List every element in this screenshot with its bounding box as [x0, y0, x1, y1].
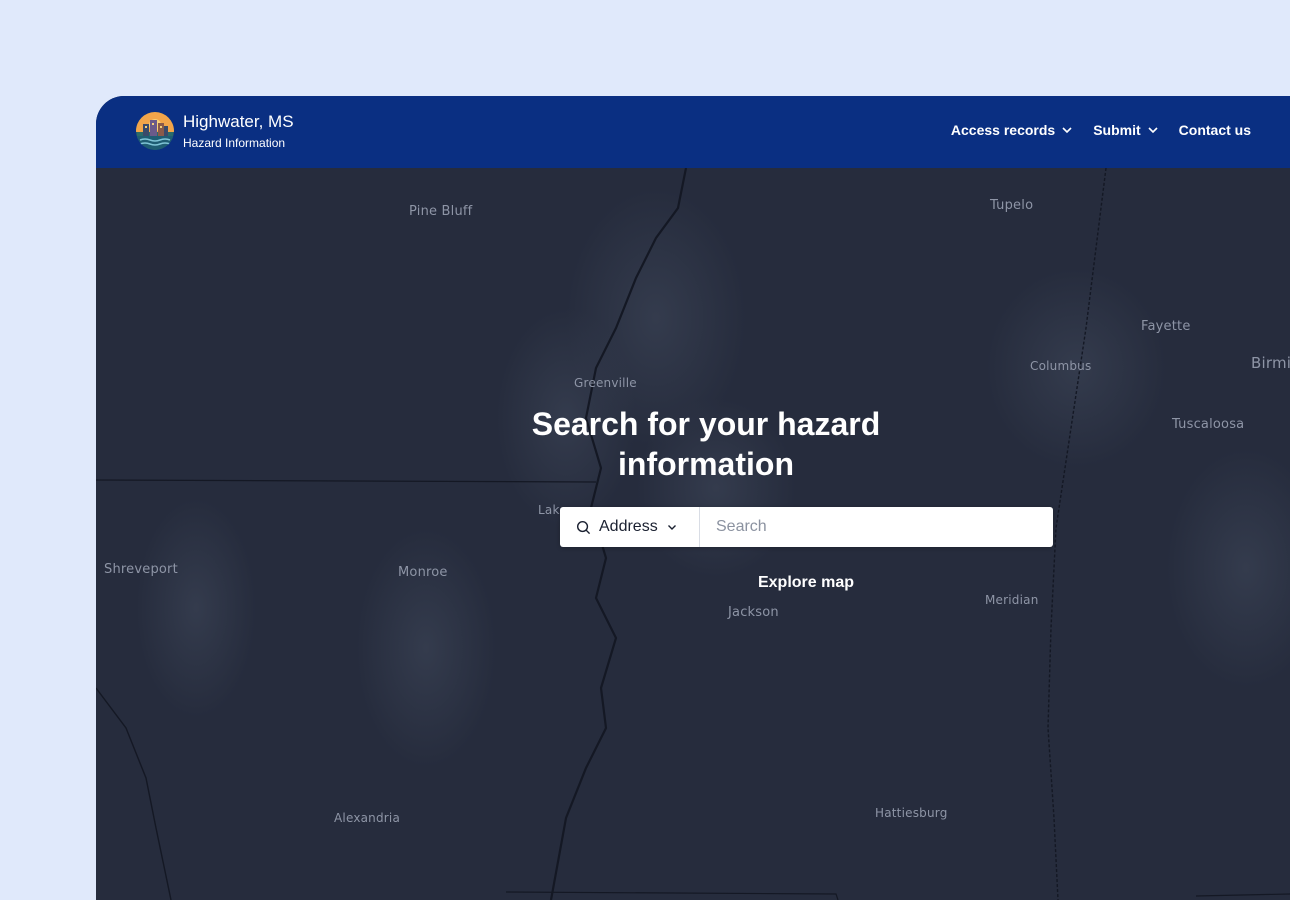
city-label: Birmi — [1251, 354, 1290, 372]
city-logo-icon[interactable] — [136, 112, 174, 150]
nav-submit-label: Submit — [1093, 122, 1141, 138]
nav-contact-us[interactable]: Contact us — [1179, 122, 1251, 138]
city-label: Monroe — [398, 565, 448, 580]
city-label: Meridian — [985, 593, 1039, 607]
site-header: Highwater, MS Hazard Information Access … — [96, 96, 1290, 168]
city-label: Fayette — [1141, 319, 1191, 334]
nav-contact-us-label: Contact us — [1178, 122, 1251, 138]
nav-submit[interactable]: Submit — [1093, 122, 1158, 138]
main-nav: Access records Submit Contact us — [951, 122, 1251, 138]
city-label: Tupelo — [990, 198, 1034, 213]
explore-map-link[interactable]: Explore map — [706, 574, 906, 592]
brand-title[interactable]: Highwater, MS — [183, 112, 294, 132]
nav-access-records-label: Access records — [950, 122, 1056, 138]
search-type-dropdown[interactable]: Address — [560, 507, 700, 547]
chevron-down-icon — [1148, 127, 1158, 134]
map-background[interactable]: Pine Bluff Tupelo Fayette Birmi Columbus… — [96, 168, 1290, 900]
search-type-label: Address — [599, 518, 658, 535]
nav-access-records[interactable]: Access records — [951, 122, 1073, 138]
city-label: Jackson — [728, 605, 779, 620]
hero-title: Search for your hazard information — [531, 406, 881, 482]
city-label: Lak — [538, 503, 560, 517]
search-icon — [576, 520, 591, 534]
city-label: Shreveport — [104, 562, 178, 577]
chevron-down-icon — [667, 525, 676, 530]
city-label: Pine Bluff — [409, 204, 473, 219]
app-window: Highwater, MS Hazard Information Access … — [96, 96, 1290, 900]
city-label: Greenville — [574, 376, 637, 390]
city-label: Tuscaloosa — [1172, 417, 1245, 432]
city-label: Hattiesburg — [875, 806, 948, 820]
search-input[interactable] — [700, 507, 1053, 547]
search-bar: Address — [560, 507, 1053, 547]
chevron-down-icon — [1062, 127, 1072, 134]
city-label: Columbus — [1030, 359, 1092, 373]
city-label: Alexandria — [334, 811, 401, 825]
brand-subtitle: Hazard Information — [183, 136, 286, 150]
